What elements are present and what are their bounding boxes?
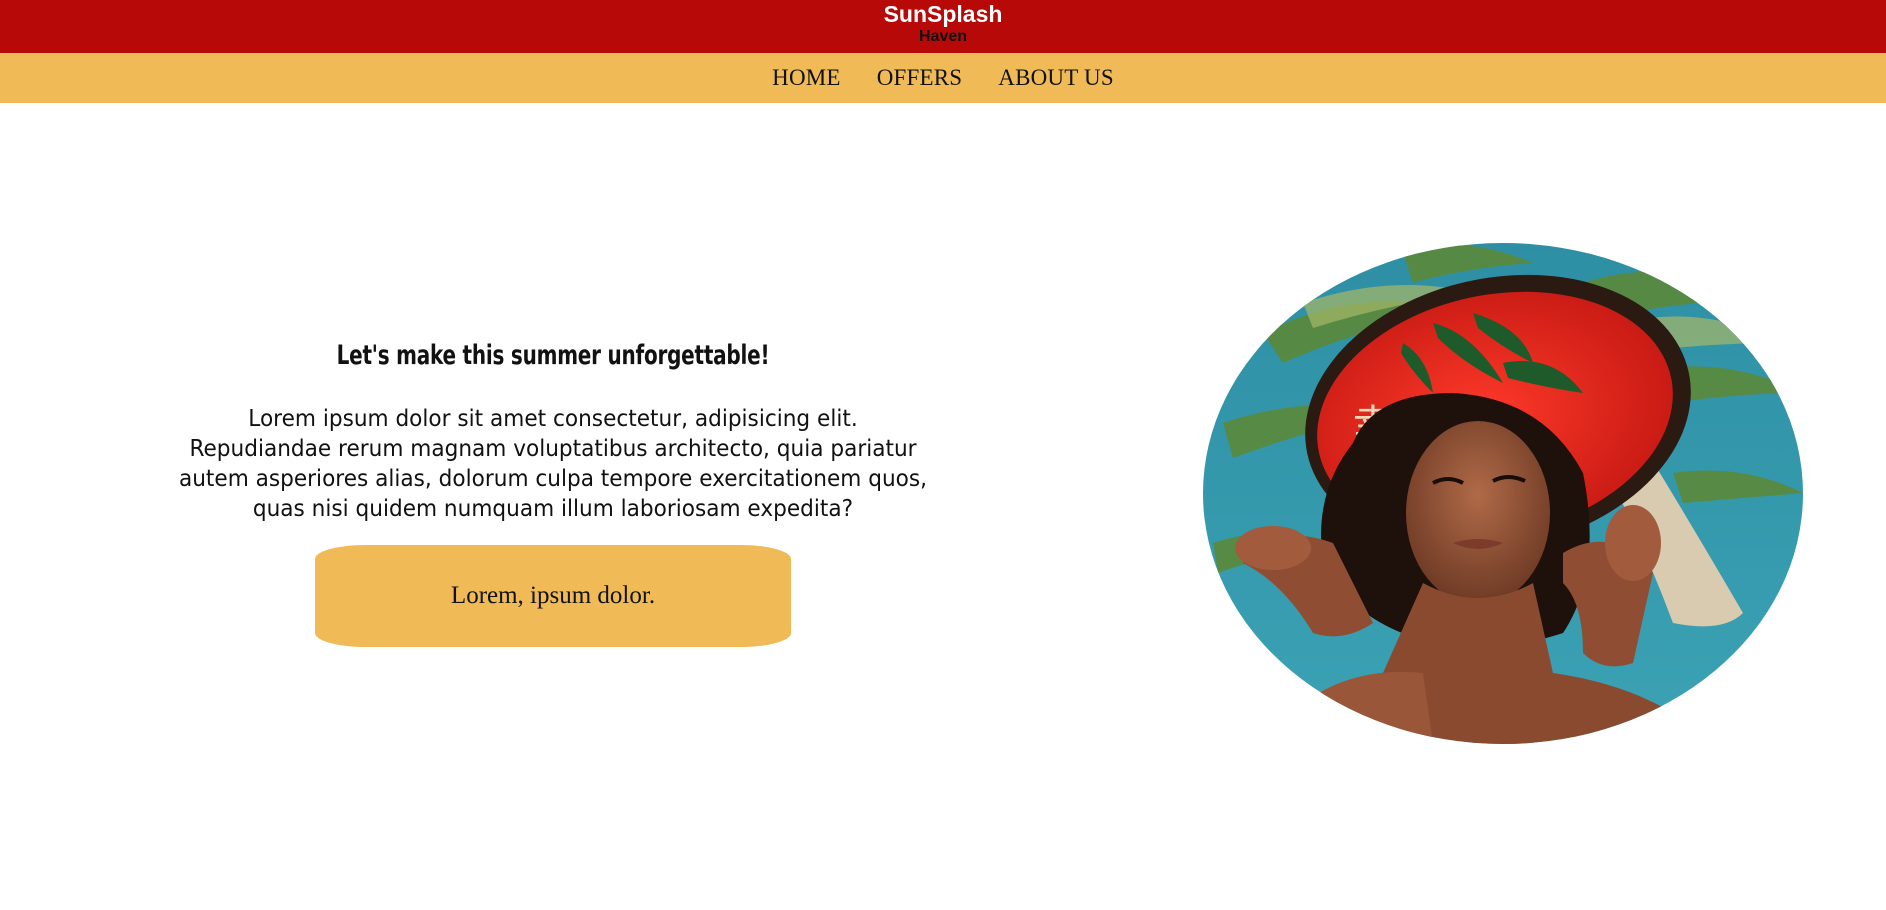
hero-description-line: Repudiandae rerum magnam voluptatibus ar… [189, 436, 917, 462]
cta-button[interactable]: Lorem, ipsum dolor. [315, 545, 791, 647]
hero-description-line: autem asperiores alias, dolorum culpa te… [178, 466, 928, 492]
nav-link-about-us[interactable]: ABOUT US [998, 65, 1114, 91]
hero-title: Let's make this summer unforgettable! [336, 340, 770, 371]
brand-name[interactable]: SunSplash [0, 1, 1886, 27]
woman-in-red-sun-hat-photo: 幸 [1203, 243, 1803, 744]
main-navigation: HOME OFFERS ABOUT US [0, 53, 1886, 103]
nav-link-home[interactable]: HOME [772, 65, 841, 91]
brand-subtitle: Haven [918, 28, 968, 45]
hero-image: 幸 [1203, 243, 1803, 744]
nav-link-offers[interactable]: OFFERS [877, 65, 963, 91]
hero-description: Lorem ipsum dolor sit amet consectetur, … [153, 404, 953, 524]
top-header: SunSplash Haven [0, 0, 1886, 53]
hero-description-line: Lorem ipsum dolor sit amet consectetur, … [248, 406, 858, 432]
hero-description-line: quas nisi quidem numquam illum laboriosa… [252, 496, 854, 522]
